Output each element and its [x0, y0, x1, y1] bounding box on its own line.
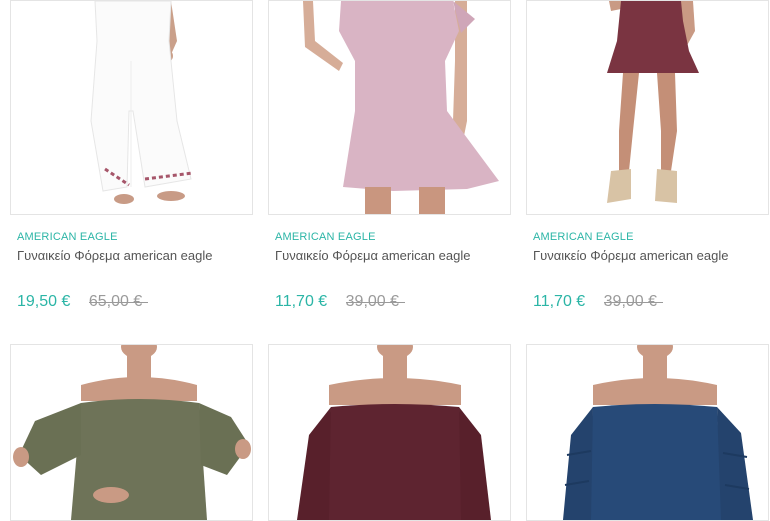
product-title[interactable]: Γυναικείο Φόρεμα american eagle — [533, 248, 729, 263]
product-price: 11,70 € — [533, 293, 586, 310]
product-title[interactable]: Γυναικείο Φόρεμα american eagle — [17, 248, 213, 263]
product-image[interactable] — [526, 344, 769, 521]
product-brand[interactable]: AMERICAN EAGLE — [17, 231, 118, 243]
navy-off-shoulder-top-image — [563, 345, 753, 520]
product-old-price: 65,00 € — [88, 293, 143, 310]
product-title[interactable]: Γυναικείο Φόρεμα american eagle — [275, 248, 471, 263]
price-row: 19,50 € 65,00 € — [17, 293, 142, 311]
white-wide-leg-jumpsuit-image — [90, 1, 194, 204]
olive-off-shoulder-top-image — [13, 345, 251, 520]
product-brand[interactable]: AMERICAN EAGLE — [275, 231, 376, 243]
price-row: 11,70 € 39,00 € — [275, 293, 399, 311]
product-image[interactable] — [10, 0, 253, 215]
burgundy-off-shoulder-top-image — [297, 345, 491, 520]
product-old-price: 39,00 € — [345, 293, 400, 310]
product-image[interactable] — [526, 0, 769, 215]
product-image[interactable] — [268, 344, 511, 521]
product-grid: AMERICAN EAGLE Γυναικείο Φόρεμα american… — [0, 0, 770, 521]
product-price: 19,50 € — [17, 293, 71, 310]
product-image[interactable] — [10, 344, 253, 521]
product-old-price: 39,00 € — [603, 293, 658, 310]
product-brand[interactable]: AMERICAN EAGLE — [533, 231, 634, 243]
price-row: 11,70 € 39,00 € — [533, 293, 657, 311]
product-image[interactable] — [268, 0, 511, 215]
product-price: 11,70 € — [275, 293, 328, 310]
pink-tshirt-dress-image — [303, 1, 499, 214]
burgundy-skater-dress-image — [607, 1, 699, 203]
